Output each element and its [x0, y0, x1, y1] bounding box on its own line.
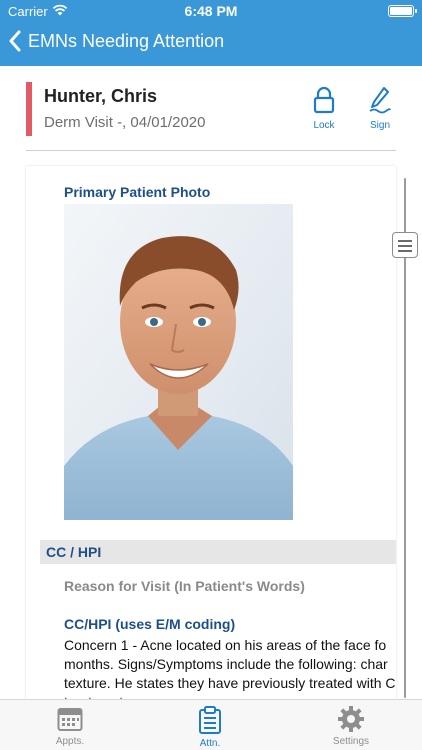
document-menu-button[interactable]: [392, 232, 418, 258]
chevron-left-icon: [9, 30, 21, 52]
sign-button[interactable]: Sign: [358, 86, 402, 131]
section-header-cc-hpi: CC / HPI: [40, 540, 396, 564]
top-bar: Carrier 6:48 PM EMNs Needing Attention: [0, 0, 422, 66]
sign-label: Sign: [369, 120, 390, 131]
lock-icon: [313, 86, 335, 114]
photo-title: Primary Patient Photo: [64, 184, 211, 200]
status-bar: Carrier 6:48 PM: [0, 0, 422, 22]
cc-hpi-line: Concern 1 - Acne located on his areas of…: [64, 637, 387, 653]
status-flag: [26, 82, 32, 136]
patient-photo-image: [64, 204, 293, 520]
cc-hpi-title: CC/HPI (uses E/M coding): [64, 616, 236, 632]
patient-header: Hunter, Chris Derm Visit -, 04/01/2020 L…: [0, 66, 422, 156]
cc-hpi-text: Concern 1 - Acne located on his areas of…: [64, 636, 396, 699]
gear-icon: [338, 706, 364, 732]
back-button[interactable]: EMNs Needing Attention: [8, 30, 224, 52]
header-divider: [26, 150, 396, 151]
visit-info: Derm Visit -, 04/01/2020: [44, 114, 206, 131]
tab-attn-label: Attn.: [199, 738, 221, 749]
reason-for-visit-label: Reason for Visit (In Patient's Words): [64, 578, 305, 594]
navigation-bar: EMNs Needing Attention: [0, 26, 422, 62]
clipboard-icon: [199, 706, 221, 734]
calendar-icon: [57, 708, 83, 731]
tab-appts-label: Appts.: [55, 736, 85, 747]
patient-name: Hunter, Chris: [44, 86, 158, 106]
lock-label: Lock: [313, 120, 335, 131]
tab-appts[interactable]: Appts.: [30, 706, 110, 747]
lock-button[interactable]: Lock: [302, 86, 346, 131]
tab-bar: Appts. Attn. Settings: [0, 699, 422, 750]
cc-hpi-line: months. Signs/Symptoms include the follo…: [64, 656, 388, 672]
patient-photo: [64, 204, 293, 520]
pen-icon: [369, 87, 391, 114]
cc-hpi-line: texture. He states they have previously …: [64, 675, 396, 691]
clock: 6:48 PM: [184, 3, 238, 19]
back-button-label: EMNs Needing Attention: [28, 30, 225, 51]
tab-settings-label: Settings: [332, 736, 370, 747]
tab-settings[interactable]: Settings: [311, 706, 391, 747]
tab-attn[interactable]: Attn.: [170, 706, 250, 749]
document-view[interactable]: Primary Patient Photo CC / HPI Reason fo…: [26, 166, 396, 699]
battery-icon: [388, 5, 417, 17]
